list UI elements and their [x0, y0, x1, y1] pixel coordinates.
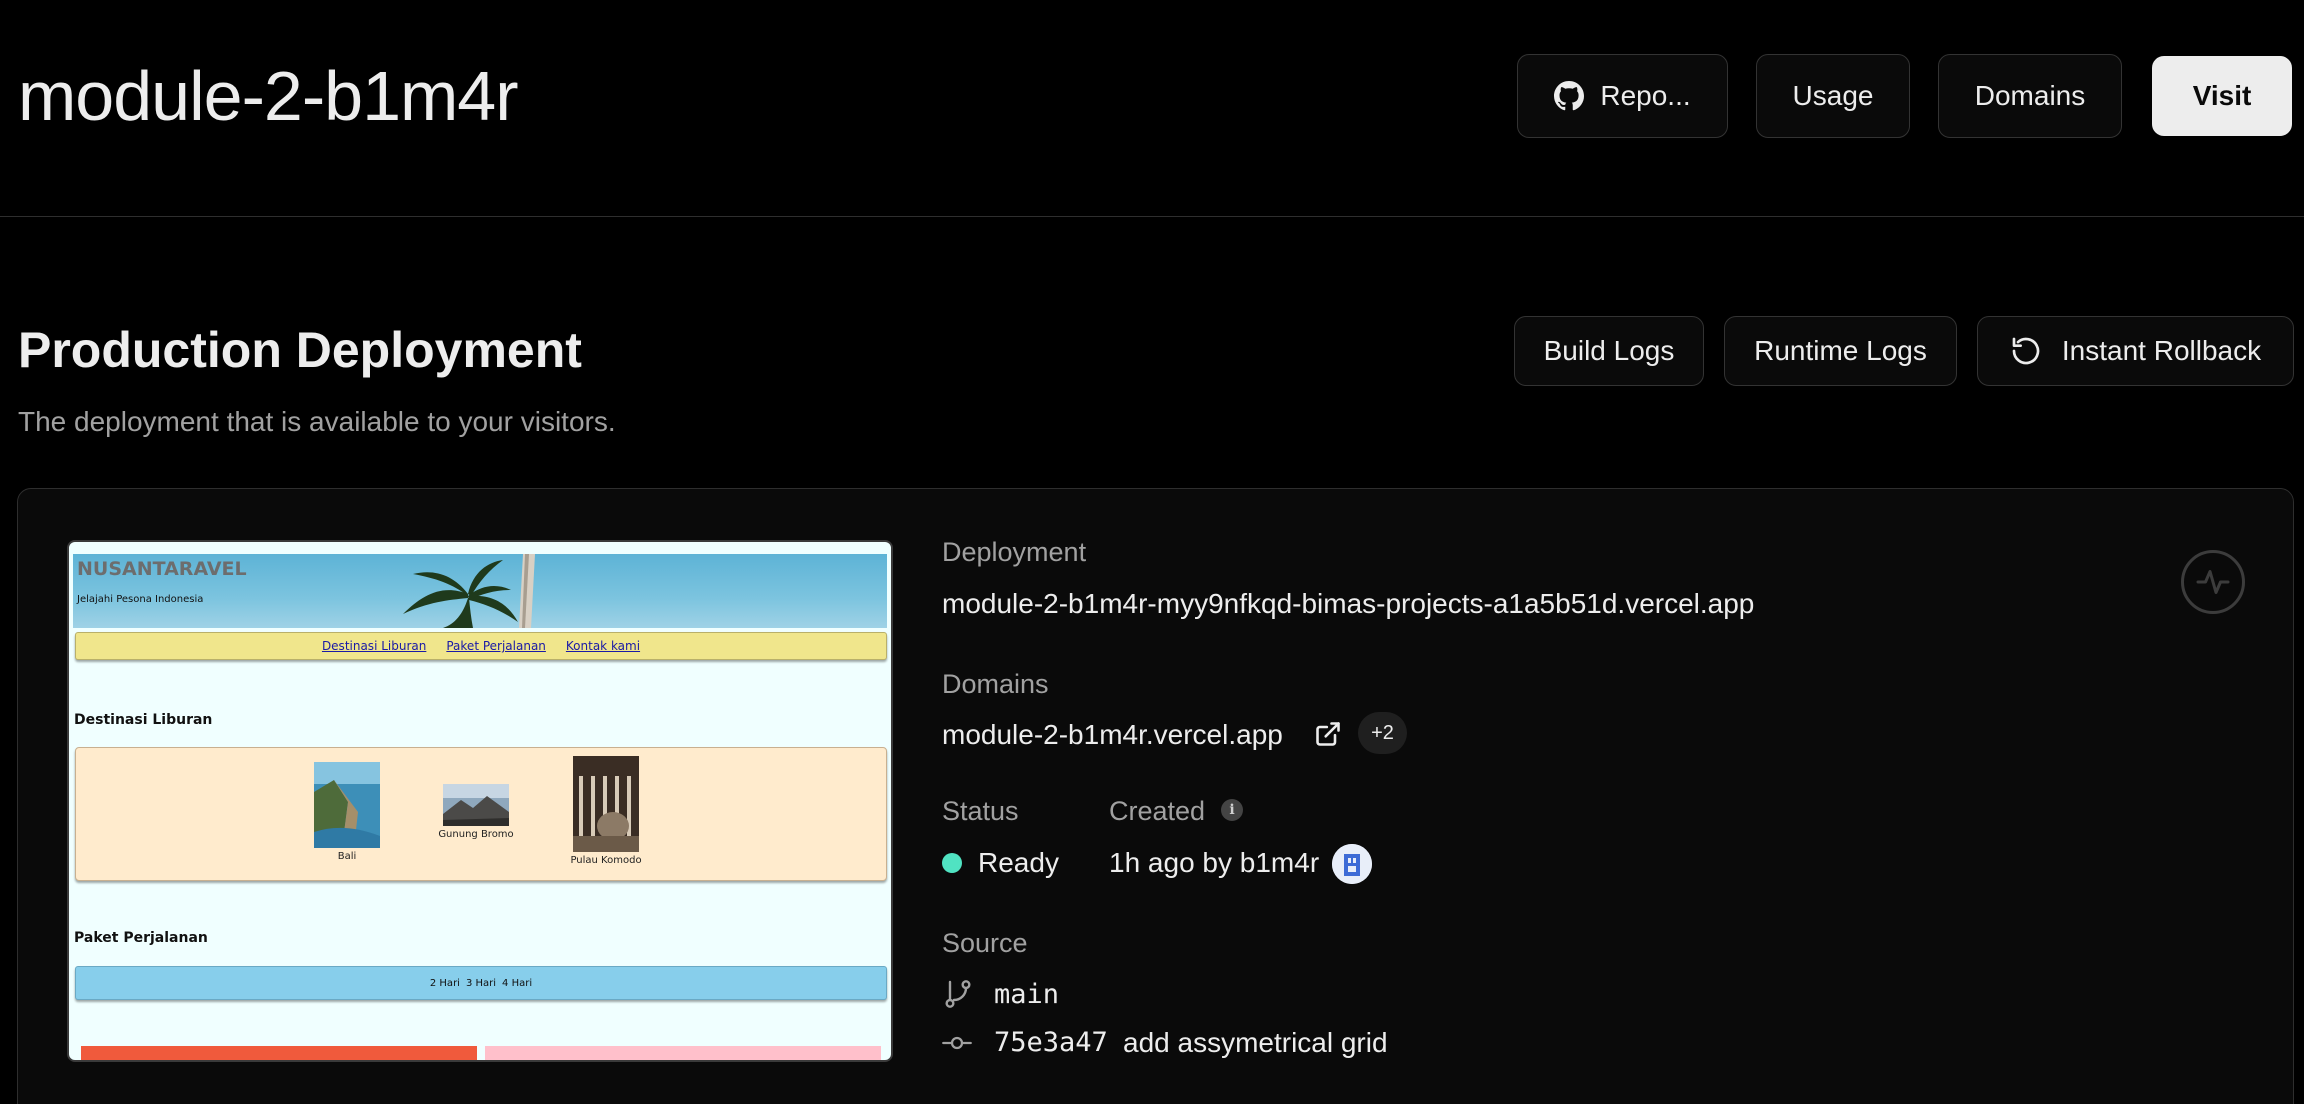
palm-tree-image: [403, 554, 535, 628]
preview-destination-label: Gunung Bromo: [438, 829, 514, 840]
created-value: 1h ago by b1m4r: [1109, 847, 1320, 878]
build-logs-label: Build Logs: [1543, 335, 1675, 366]
deployment-label: Deployment: [942, 537, 1087, 567]
runtime-logs-button[interactable]: Runtime Logs: [1724, 316, 1957, 386]
deployment-url[interactable]: module-2-b1m4r-myy9nfkqd-bimas-projects-…: [942, 587, 1754, 621]
visit-button-label: Visit: [2192, 80, 2252, 111]
git-branch-icon: [945, 980, 971, 1008]
branch-name[interactable]: main: [994, 978, 1059, 1012]
avatar[interactable]: [1332, 844, 1372, 884]
created-label: Created: [1109, 796, 1206, 826]
repository-button[interactable]: Repo...: [1517, 54, 1728, 138]
project-title: module-2-b1m4r: [18, 57, 519, 135]
preview-pink-block: [485, 1046, 881, 1060]
domain-link[interactable]: module-2-b1m4r.vercel.app: [942, 718, 1283, 752]
preview-heading-destinations: Destinasi Liburan: [74, 712, 213, 728]
user-avatar-icon: [1332, 844, 1372, 884]
section-subtitle: The deployment that is available to your…: [18, 406, 616, 437]
preview-nav-link: Destinasi Liburan: [321, 639, 427, 653]
preview-heading-packages: Paket Perjalanan: [74, 930, 208, 946]
extra-domains-badge[interactable]: +2: [1358, 712, 1407, 754]
build-logs-button[interactable]: Build Logs: [1514, 316, 1704, 386]
preview-package-item: 2 Hari: [429, 977, 460, 989]
bromo-photo: [443, 784, 509, 826]
instant-rollback-label: Instant Rollback: [2061, 335, 2262, 366]
source-label: Source: [942, 928, 1028, 958]
usage-button[interactable]: Usage: [1756, 54, 1910, 138]
status-ready-dot: [942, 853, 962, 873]
preview-destinations: Bali Gunung Bromo Pulau Komodo: [75, 747, 887, 881]
observability-button[interactable]: [2181, 550, 2245, 614]
preview-tagline: Jelajahi Pesona Indonesia: [77, 594, 204, 605]
preview-package-item: 4 Hari: [502, 977, 533, 989]
github-icon: [1554, 81, 1585, 111]
domains-button-label: Domains: [1974, 80, 2086, 111]
external-link-icon[interactable]: [1314, 720, 1342, 748]
rollback-icon: [2012, 337, 2040, 365]
git-commit-icon: [942, 1036, 972, 1050]
domains-label: Domains: [942, 669, 1049, 699]
preview-destination-komodo: Pulau Komodo: [566, 756, 646, 866]
komodo-photo: [573, 756, 639, 852]
preview-destination-bali: Bali: [314, 762, 380, 862]
preview-red-block: [81, 1046, 477, 1060]
project-header: module-2-b1m4r Repo... Usage Domains Vis…: [0, 0, 2304, 217]
status-value: Ready: [978, 847, 1059, 878]
status-label: Status: [942, 796, 1019, 826]
preview-packages: 2 Hari 3 Hari 4 Hari: [75, 966, 887, 1000]
commit-hash[interactable]: 75e3a47: [994, 1026, 1108, 1060]
preview-nav-link: Paket Perjalanan: [446, 639, 546, 653]
visit-button[interactable]: Visit: [2152, 56, 2292, 136]
preview-brand: NUSANTARAVEL: [77, 558, 247, 580]
activity-icon: [2196, 570, 2230, 594]
preview-nav-link: Kontak kami: [565, 639, 641, 653]
runtime-logs-label: Runtime Logs: [1754, 335, 1927, 366]
preview-nav: Destinasi Liburan Paket Perjalanan Konta…: [75, 632, 887, 660]
domains-button[interactable]: Domains: [1938, 54, 2122, 138]
repository-button-label: Repo...: [1600, 80, 1691, 111]
instant-rollback-button[interactable]: Instant Rollback: [1977, 316, 2294, 386]
preview-destination-bromo: Gunung Bromo: [436, 784, 516, 840]
info-icon[interactable]: i: [1221, 799, 1243, 821]
deployment-preview[interactable]: NUSANTARAVEL Jelajahi Pesona Indonesia D…: [67, 540, 893, 1062]
commit-message[interactable]: add assymetrical grid: [1123, 1026, 1388, 1060]
section-title: Production Deployment: [18, 322, 582, 378]
preview-destination-label: Pulau Komodo: [570, 855, 642, 866]
preview-hero-banner: NUSANTARAVEL Jelajahi Pesona Indonesia: [73, 554, 887, 628]
preview-package-item: 3 Hari: [465, 977, 497, 989]
usage-button-label: Usage: [1792, 80, 1874, 111]
bali-photo: [314, 762, 380, 848]
preview-destination-label: Bali: [337, 851, 357, 862]
